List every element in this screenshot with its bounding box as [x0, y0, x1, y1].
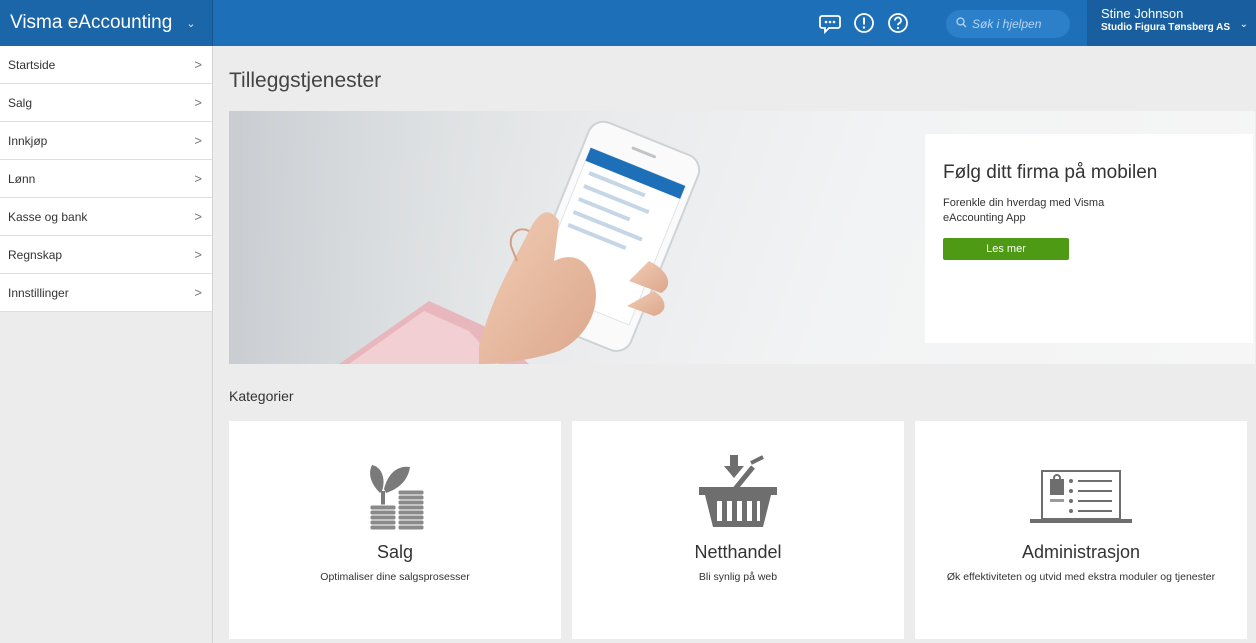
alert-icon[interactable] [852, 11, 876, 35]
help-search[interactable] [946, 10, 1070, 38]
chevron-right-icon: > [194, 247, 202, 262]
categories-heading: Kategorier [229, 388, 294, 404]
help-icon[interactable] [886, 11, 910, 35]
sidebar-item-startside[interactable]: Startside > [0, 46, 212, 84]
user-name: Stine Johnson [1101, 6, 1184, 21]
chevron-right-icon: > [194, 171, 202, 186]
laptop-profile-icon [915, 453, 1247, 533]
sidebar-item-salg[interactable]: Salg > [0, 84, 212, 122]
plant-coins-icon [229, 453, 561, 533]
sidebar-item-label: Startside [8, 57, 56, 72]
top-icons [818, 11, 910, 35]
promo-card: Følg ditt firma på mobilen Forenkle din … [925, 134, 1253, 343]
chevron-right-icon: > [194, 95, 202, 110]
sidebar-menu: Startside > Salg > Innkjøp > Lønn > Kasse og… [0, 46, 212, 312]
sidebar-item-kasse-og-bank[interactable]: Kasse og bank > [0, 198, 212, 236]
company-name: Studio Figura Tønsberg AS [1101, 22, 1231, 33]
category-title: Netthandel [694, 542, 782, 562]
sidebar-item-regnskap[interactable]: Regnskap > [0, 236, 212, 274]
chevron-down-icon: ⌄ [186, 17, 196, 30]
read-more-button[interactable]: Les mer [943, 238, 1069, 260]
sidebar-item-label: Innstillinger [8, 285, 69, 300]
sidebar-item-label: Kasse og bank [8, 209, 88, 224]
main-content: Tilleggstjenester Følg ditt firma på mob… [213, 46, 1256, 643]
chat-icon[interactable] [818, 11, 842, 35]
category-title: Salg [376, 542, 414, 562]
promo-banner: Følg ditt firma på mobilen Forenkle din … [229, 111, 1255, 364]
sidebar-item-innkjop[interactable]: Innkjøp > [0, 122, 212, 160]
search-icon [956, 15, 967, 33]
app-name: Visma eAccounting [10, 12, 173, 33]
chevron-right-icon: > [194, 57, 202, 72]
top-bar: Visma eAccounting ⌄ Stine Johnson Studio… [0, 0, 1256, 46]
category-description: Øk effektiviteten og utvid med ekstra mo… [946, 571, 1216, 583]
category-cards: Salg Optimaliser dine salgsprosesser Net… [229, 421, 1247, 639]
sidebar-item-label: Innkjøp [8, 133, 48, 148]
page-title: Tilleggstjenester [229, 69, 382, 92]
chevron-down-icon: ⌄ [1239, 19, 1248, 30]
chevron-right-icon: > [194, 285, 202, 300]
sidebar-item-innstillinger[interactable]: Innstillinger > [0, 274, 212, 312]
sidebar-item-lonn[interactable]: Lønn > [0, 160, 212, 198]
sidebar-item-label: Regnskap [8, 247, 63, 262]
app-switcher[interactable]: Visma eAccounting ⌄ [0, 0, 213, 46]
category-description: Bli synlig på web [698, 571, 778, 583]
shopping-basket-icon [572, 453, 904, 533]
category-title: Administrasjon [1021, 542, 1141, 562]
promo-heading: Følg ditt firma på mobilen [943, 162, 1158, 183]
promo-text: Forenkle din hverdag med Visma eAccounti… [943, 197, 1105, 224]
sidebar: Startside > Salg > Innkjøp > Lønn > Kasse og… [0, 46, 213, 643]
sidebar-item-label: Salg [8, 95, 33, 110]
category-card-salg[interactable]: Salg Optimaliser dine salgsprosesser [229, 421, 561, 639]
category-card-netthandel[interactable]: Netthandel Bli synlig på web [572, 421, 904, 639]
category-card-administrasjon[interactable]: Administrasjon Øk effektiviteten og utvi… [915, 421, 1247, 639]
category-description: Optimaliser dine salgsprosesser [320, 571, 470, 583]
user-menu[interactable]: Stine Johnson Studio Figura Tønsberg AS … [1087, 0, 1256, 46]
sidebar-item-label: Lønn [8, 171, 36, 186]
chevron-right-icon: > [194, 133, 202, 148]
search-input[interactable] [972, 17, 1064, 31]
chevron-right-icon: > [194, 209, 202, 224]
phone-in-hand-image [229, 111, 701, 364]
